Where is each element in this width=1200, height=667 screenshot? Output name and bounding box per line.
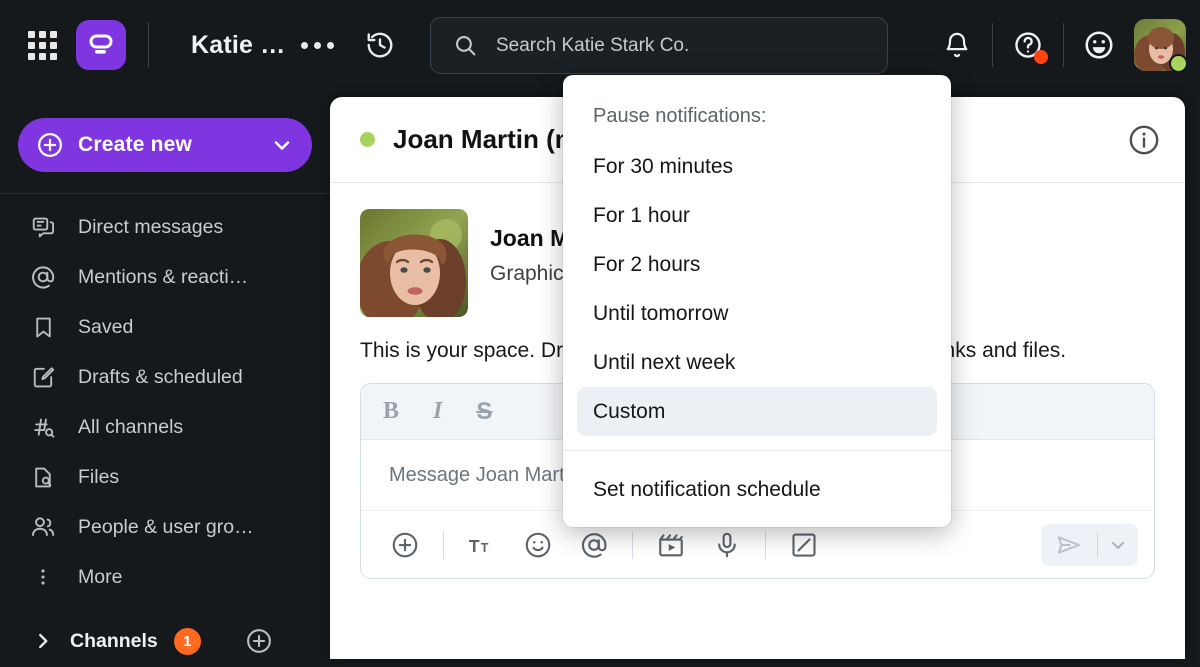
sidebar-item-mentions[interactable]: Mentions & reacti… xyxy=(0,252,330,302)
more-options-icon[interactable] xyxy=(301,42,334,49)
sidebar-item-label: Files xyxy=(78,466,119,489)
sidebar-item-label: People & user gro… xyxy=(78,516,254,539)
header-actions xyxy=(934,0,1200,90)
video-clip-button[interactable] xyxy=(649,523,693,567)
attach-button[interactable] xyxy=(383,523,427,567)
sidebar-item-label: Drafts & scheduled xyxy=(78,366,243,389)
menu-divider xyxy=(563,450,951,451)
add-channel-button[interactable] xyxy=(245,627,273,655)
plus-circle-icon xyxy=(36,131,64,159)
toolbar-divider xyxy=(632,531,633,559)
send-message-group xyxy=(1041,524,1138,566)
apps-grid-icon[interactable] xyxy=(22,25,62,65)
sidebar-item-more[interactable]: More xyxy=(0,552,330,602)
create-new-label: Create new xyxy=(78,133,192,157)
direct-messages-icon xyxy=(30,214,56,240)
sidebar-item-label: Saved xyxy=(78,316,133,339)
audio-clip-button[interactable] xyxy=(705,523,749,567)
status-badge xyxy=(360,132,375,147)
help-alert-badge xyxy=(1034,50,1048,64)
mention-button[interactable] xyxy=(572,523,616,567)
menu-heading: Pause notifications: xyxy=(563,83,951,142)
menu-item-set-notification-schedule[interactable]: Set notification schedule xyxy=(563,465,951,514)
header-divider xyxy=(148,22,149,68)
shortcuts-button[interactable] xyxy=(782,523,826,567)
svg-text:T: T xyxy=(469,535,480,555)
more-vertical-icon xyxy=(30,564,56,590)
menu-item-for-1-hour[interactable]: For 1 hour xyxy=(563,191,951,240)
italic-button[interactable]: I xyxy=(433,398,442,425)
send-button[interactable] xyxy=(1041,524,1097,566)
search-placeholder: Search Katie Stark Co. xyxy=(496,35,689,57)
sidebar: Create new Direct messages xyxy=(0,90,330,667)
svg-text:T: T xyxy=(481,540,489,554)
sidebar-item-people[interactable]: People & user gro… xyxy=(0,502,330,552)
sidebar-item-files[interactable]: Files xyxy=(0,452,330,502)
app-root: Katie … Search Katie Stark Co. xyxy=(0,0,1200,667)
sidebar-item-direct-messages[interactable]: Direct messages xyxy=(0,202,330,252)
chevron-right-icon[interactable] xyxy=(32,630,54,652)
search-input[interactable]: Search Katie Stark Co. xyxy=(430,17,888,74)
user-avatar[interactable] xyxy=(360,209,468,317)
toolbar-divider xyxy=(765,531,766,559)
toolbar-divider xyxy=(443,531,444,559)
search-icon xyxy=(453,33,478,58)
emoji-button[interactable] xyxy=(516,523,560,567)
smiley-icon[interactable] xyxy=(1076,22,1122,68)
header-divider xyxy=(1063,23,1064,67)
bell-icon[interactable] xyxy=(934,22,980,68)
sidebar-item-drafts[interactable]: Drafts & scheduled xyxy=(0,352,330,402)
menu-item-for-30-minutes[interactable]: For 30 minutes xyxy=(563,142,951,191)
sidebar-item-label: Direct messages xyxy=(78,216,223,239)
info-circle-icon[interactable] xyxy=(1127,123,1161,157)
menu-item-for-2-hours[interactable]: For 2 hours xyxy=(563,240,951,289)
avatar[interactable] xyxy=(1134,19,1186,71)
channels-unread-badge: 1 xyxy=(174,628,201,655)
bold-button[interactable]: B xyxy=(383,398,399,425)
chevron-down-icon xyxy=(270,133,294,157)
pause-notifications-menu: Pause notifications: For 30 minutes For … xyxy=(563,75,951,527)
strikethrough-button[interactable]: S xyxy=(476,398,492,426)
draft-pencil-icon xyxy=(30,364,56,390)
all-channels-icon xyxy=(30,414,56,440)
bookmark-icon xyxy=(30,314,56,340)
history-clock-icon[interactable] xyxy=(362,27,398,63)
menu-item-until-tomorrow[interactable]: Until tomorrow xyxy=(563,289,951,338)
workspace-logo-icon[interactable] xyxy=(76,20,126,70)
format-text-button[interactable]: T T xyxy=(460,523,504,567)
channels-section-header[interactable]: Channels 1 xyxy=(0,616,330,666)
sidebar-item-saved[interactable]: Saved xyxy=(0,302,330,352)
file-search-icon xyxy=(30,464,56,490)
people-icon xyxy=(30,514,56,540)
sidebar-nav-list: Direct messages Mentions & reacti… xyxy=(0,194,330,602)
menu-item-custom[interactable]: Custom xyxy=(577,387,937,436)
sidebar-item-label: Mentions & reacti… xyxy=(78,266,248,289)
workspace-title[interactable]: Katie … xyxy=(191,31,285,60)
channels-label: Channels xyxy=(70,630,158,653)
sidebar-item-label: More xyxy=(78,566,122,589)
create-new-button[interactable]: Create new xyxy=(18,118,312,172)
header-divider xyxy=(992,23,993,67)
sidebar-item-label: All channels xyxy=(78,416,183,439)
send-options-button[interactable] xyxy=(1098,524,1138,566)
at-mention-icon xyxy=(30,264,56,290)
sidebar-item-all-channels[interactable]: All channels xyxy=(0,402,330,452)
help-question-icon[interactable] xyxy=(1005,22,1051,68)
menu-item-until-next-week[interactable]: Until next week xyxy=(563,338,951,387)
status-badge xyxy=(1169,54,1188,73)
